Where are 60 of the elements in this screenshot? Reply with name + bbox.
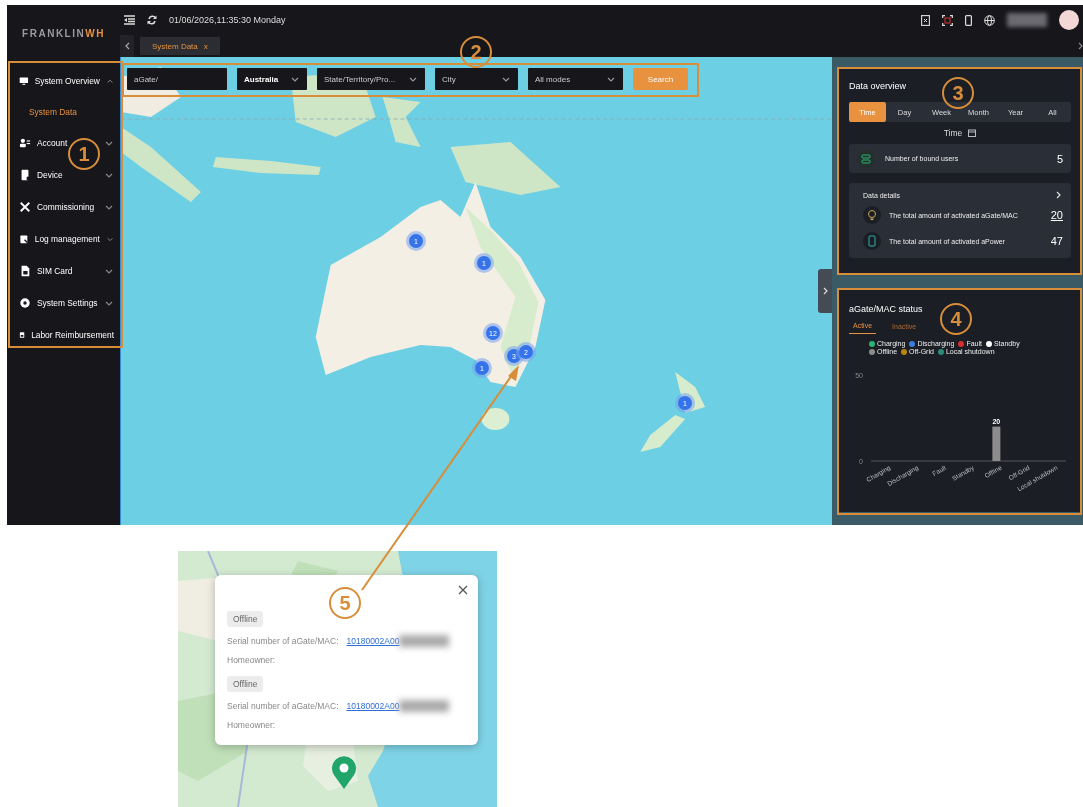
callout-number: 5 [329, 587, 361, 619]
sidebar-item[interactable]: Commissioning [7, 191, 120, 223]
receipt-icon [19, 329, 26, 341]
avatar[interactable] [1059, 10, 1079, 30]
calendar-icon[interactable] [968, 129, 977, 137]
monitor-icon [19, 75, 29, 87]
homeowner-label: Homeowner: [227, 655, 276, 665]
users-icon [857, 149, 875, 168]
serial-link[interactable]: 10180002A00 [346, 636, 400, 646]
sidebar-item[interactable]: SIM Card [7, 255, 120, 287]
stat-value: 5 [1056, 152, 1063, 165]
stat-value[interactable]: 20 [1050, 209, 1063, 221]
map-pin-icon[interactable] [331, 756, 357, 790]
logo: FRANKLINWH [21, 26, 106, 41]
sim-icon [19, 265, 31, 277]
callout-number: 3 [942, 77, 974, 109]
serial-label: Serial number of aGate/MAC: [227, 636, 339, 646]
phone-icon[interactable] [965, 14, 972, 26]
serial-label: Serial number of aGate/MAC: [227, 701, 339, 711]
callout-number: 4 [940, 303, 972, 335]
tab[interactable]: System Data x [140, 37, 220, 55]
menu-fold-icon[interactable] [124, 15, 135, 25]
card-title: aGate/MAC status [849, 304, 924, 314]
blurred-redaction [399, 635, 450, 647]
search-field[interactable]: aGate/ [127, 68, 227, 90]
date-time: 01/06/2026,11:35:30 Monday [169, 15, 286, 25]
gear-icon [19, 297, 31, 309]
tools-icon [19, 201, 31, 213]
close-icon[interactable] [458, 585, 468, 595]
battery-icon [863, 232, 881, 250]
chart-bar [992, 426, 1001, 461]
select-field[interactable]: City [435, 68, 518, 90]
lightbulb-icon [863, 206, 881, 224]
card-title: Data overview [849, 81, 908, 91]
device-icon [19, 169, 31, 181]
collapse-handle[interactable] [818, 269, 832, 313]
stat-value: 47 [1050, 235, 1063, 247]
globe-icon[interactable] [984, 14, 995, 26]
sidebar-item[interactable]: System Settings [7, 287, 120, 319]
callout-number: 1 [68, 138, 100, 170]
account-icon [19, 137, 31, 149]
sidebar-subitem[interactable]: System Data [7, 97, 120, 127]
refresh-icon[interactable] [147, 15, 157, 25]
sidebar-item[interactable]: Labor Reimbursement [7, 319, 120, 351]
blurred-username [1007, 13, 1047, 27]
log-icon [19, 233, 29, 245]
status-badge: Offline [227, 676, 264, 692]
callout-number: 2 [460, 36, 492, 68]
screenshot-icon[interactable] [942, 14, 953, 26]
period-label: Time [943, 128, 963, 138]
select-field[interactable]: State/Territory/Pro... [317, 68, 425, 90]
sidebar-item[interactable]: Log management [7, 223, 120, 255]
homeowner-label: Homeowner: [227, 720, 276, 730]
serial-link[interactable]: 10180002A00 [346, 701, 400, 711]
status-badge: Offline [227, 611, 264, 627]
select-field[interactable]: Australia [237, 68, 307, 90]
blurred-redaction [399, 700, 450, 712]
document-icon[interactable] [921, 14, 930, 26]
select-field[interactable]: All modes [528, 68, 623, 90]
sidebar-item[interactable]: System Overview [7, 65, 120, 97]
